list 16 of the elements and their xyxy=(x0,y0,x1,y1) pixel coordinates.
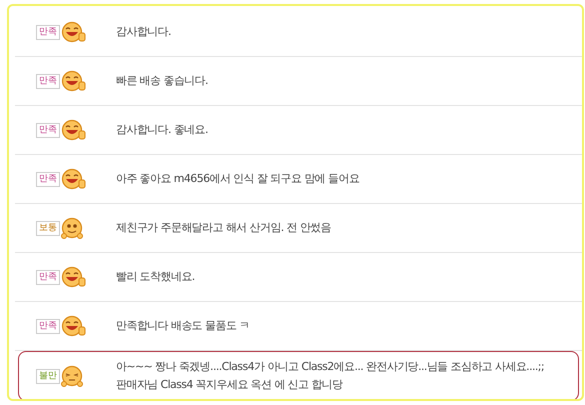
review-text: 감사합니다. 좋네요. xyxy=(116,122,209,138)
rating-label: 만족 xyxy=(36,172,60,186)
review-text: 빠른 배송 좋습니다. xyxy=(116,73,209,89)
review-text: 빨리 도착했네요. xyxy=(116,269,196,285)
review-text: 제친구가 주문해달라고 해서 산거임. 전 안썼음 xyxy=(116,220,332,236)
review-text: 만족합니다 배송도 물품도 ㅋ xyxy=(116,318,250,334)
review-text: 아주 좋아요 m4656에서 인식 잘 되구요 맘에 들어요 xyxy=(116,171,360,187)
rating-label: 만족 xyxy=(36,270,60,284)
rating-label: 만족 xyxy=(36,24,60,40)
review-text: 아~~~ 짱나 죽겠넹....Class4가 아니고 Class2에요... 완전사기당...님들 조심하고 사세요....;; 판매자님 Class4 꼭지우세요 옥션 에 신고 합니당 xyxy=(116,359,544,393)
rating-label: 만족 xyxy=(36,318,60,334)
rating-label: 만족 xyxy=(36,74,60,88)
review-text: 감사합니다. xyxy=(116,24,172,40)
rating-label: 보통 xyxy=(36,220,60,236)
rating-label: 불만 xyxy=(36,368,60,384)
rating-label: 만족 xyxy=(36,122,60,138)
